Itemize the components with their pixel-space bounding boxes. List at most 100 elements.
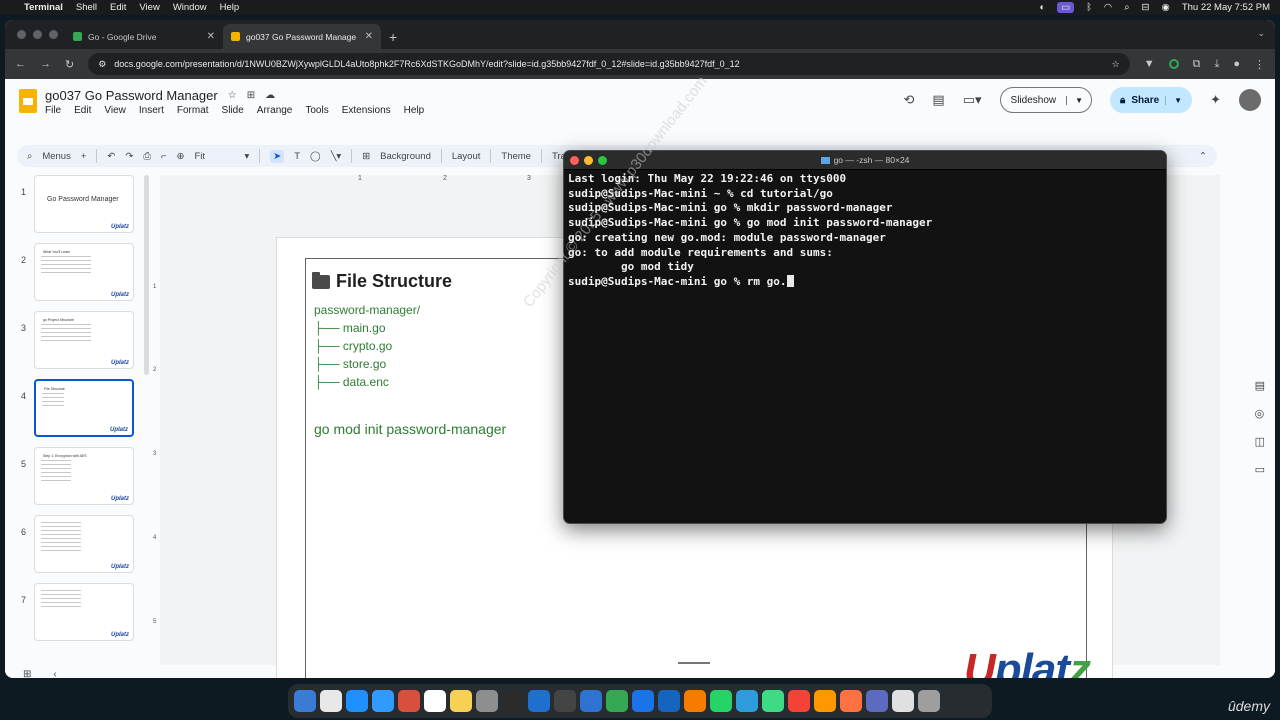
dock-app-icon[interactable] [398,690,420,712]
text-box-icon[interactable]: T [294,151,300,162]
slide-title[interactable]: File Structure [312,271,452,292]
paint-format-icon[interactable]: ⌐ [161,151,167,162]
menubar-edit[interactable]: Edit [110,2,126,13]
zoom-icon[interactable]: ⊕ [177,151,185,162]
cloud-saved-icon[interactable]: ☁ [265,90,275,101]
dock-app-icon[interactable] [840,690,862,712]
slideshow-button[interactable]: Slideshow ▼ [999,87,1093,113]
file-tree[interactable]: password-manager/ ├── main.go ├── crypto… [314,301,420,391]
menu-tools[interactable]: Tools [305,105,328,116]
line-icon[interactable]: ╲▾ [331,151,342,162]
control-center-icon[interactable]: ▭ [1057,2,1075,13]
terminal-zoom-button[interactable] [598,156,607,165]
share-dropdown-icon[interactable]: ▼ [1165,95,1182,105]
share-button[interactable]: 🔒︎ Share ▼ [1110,87,1193,113]
close-tab-icon[interactable]: ✕ [207,31,215,42]
menu-help[interactable]: Help [404,105,425,116]
dock-app-icon[interactable] [736,690,758,712]
dock-app-icon[interactable] [554,690,576,712]
thumbnail-row[interactable]: 2 What You'll Learn Uplatz [5,243,155,303]
siri-icon[interactable]: ◉ [1162,2,1170,13]
wifi-icon[interactable]: ◠ [1104,2,1112,13]
url-field[interactable]: ⚙ docs.google.com/presentation/d/1NWU0BZ… [88,53,1130,75]
menubar-clock[interactable]: Thu 22 May 7:52 PM [1182,2,1270,13]
dock-app-icon[interactable] [450,690,472,712]
undo-icon[interactable]: ↶ [107,151,115,162]
theme-button[interactable]: Theme [501,151,531,162]
dock-app-icon[interactable] [346,690,368,712]
doc-title[interactable]: go037 Go Password Manager [45,88,218,103]
slide-thumbnail-selected[interactable]: File Structure Uplatz [34,379,134,437]
move-folder-icon[interactable]: ⊞ [247,90,255,101]
terminal-close-button[interactable] [570,156,579,165]
forward-icon[interactable]: → [40,58,51,70]
slide-thumbnail[interactable]: go Project Structure Uplatz [34,311,134,369]
search-menus-label[interactable]: Menus [42,151,71,162]
dock-app-icon[interactable] [762,690,784,712]
filmstrip-scrollbar[interactable] [144,175,149,375]
thumbnail-row[interactable]: 5 Step 1: Encryption with AES Uplatz [5,447,155,507]
dock-app-icon[interactable] [684,690,706,712]
terminal-titlebar[interactable]: go — -zsh — 80×24 [564,151,1166,170]
slide-thumbnail[interactable]: Uplatz [34,515,134,573]
toggle-icon[interactable]: ⊟ [1142,2,1150,13]
close-tab-icon[interactable]: ✕ [365,31,373,42]
dock-app-icon[interactable] [814,690,836,712]
menubar-help[interactable]: Help [220,2,240,13]
dock-app-icon[interactable] [632,690,654,712]
dock-app-icon[interactable] [918,690,940,712]
slide-thumbnail[interactable]: Step 1: Encryption with AES Uplatz [34,447,134,505]
star-icon[interactable]: ☆ [228,90,237,101]
profile-icon[interactable]: ● [1233,58,1240,70]
spotlight-icon[interactable]: ⌕ [1124,2,1129,13]
thumbnail-row[interactable]: 4 File Structure Uplatz [5,379,155,439]
meet-camera-icon[interactable]: ▭▾ [963,92,982,108]
thumbnail-row[interactable]: 7 Uplatz [5,583,155,643]
screen-record-icon[interactable]: ◐ [1039,2,1045,13]
menubar-view[interactable]: View [139,2,159,13]
grid-view-icon[interactable]: ⊞ [23,669,31,678]
dock-app-icon[interactable] [710,690,732,712]
print-icon[interactable]: ⎙ [143,151,151,162]
search-menus-icon[interactable]: ⌕ [27,151,32,162]
dock-app-icon[interactable] [320,690,342,712]
canvas-horizontal-scrollbar[interactable] [678,662,710,664]
bluetooth-icon[interactable]: ᛒ [1086,2,1092,13]
menu-insert[interactable]: Insert [139,105,164,116]
shape-icon[interactable]: ◯ [310,151,321,162]
dock-app-icon[interactable] [866,690,888,712]
tab-search-chevron-icon[interactable]: ⌄ [1257,28,1265,39]
menubar-window[interactable]: Window [173,2,207,13]
slide-command-text[interactable]: go mod init password-manager [314,421,506,437]
menubar-shell[interactable]: Shell [76,2,97,13]
zoom-dropdown-icon[interactable]: ▾ [244,151,249,162]
dock-app-icon[interactable] [476,690,498,712]
dock-app-icon[interactable] [424,690,446,712]
redo-icon[interactable]: ↷ [125,151,133,162]
dock-app-icon[interactable] [502,690,524,712]
menubar-app-name[interactable]: Terminal [24,2,63,13]
gemini-sparkle-icon[interactable]: ✦ [1210,92,1221,108]
thumbnail-row[interactable]: 6 Uplatz [5,515,155,575]
thumbnail-row[interactable]: 3 go Project Structure Uplatz [5,311,155,371]
contacts-icon[interactable]: ◫ [1255,435,1265,448]
layout-button[interactable]: Layout [452,151,481,162]
slideshow-dropdown-icon[interactable]: ▼ [1066,95,1091,105]
tab-google-drive[interactable]: Go - Google Drive ✕ [65,24,223,49]
select-cursor-icon[interactable]: ➤ [270,149,285,163]
minimize-window-button[interactable] [33,30,42,39]
drive-folder-icon[interactable]: ▭ [1255,463,1265,476]
collapse-filmstrip-icon[interactable]: ‹ [53,669,56,678]
keep-notes-icon[interactable]: ▤ [1255,379,1265,392]
zoom-window-button[interactable] [49,30,58,39]
back-icon[interactable]: ← [15,58,26,70]
terminal-prompt-line[interactable]: sudip@Sudips-Mac-mini go % rm go. [568,274,1162,290]
dock-app-icon[interactable] [580,690,602,712]
background-button[interactable]: Background [380,151,431,162]
menu-extensions[interactable]: Extensions [342,105,391,116]
dock-app-icon[interactable] [372,690,394,712]
terminal-minimize-button[interactable] [584,156,593,165]
zoom-select[interactable]: Fit [194,151,234,162]
extensions-puzzle-icon[interactable]: ⧉ [1193,58,1201,71]
menu-edit[interactable]: Edit [74,105,91,116]
